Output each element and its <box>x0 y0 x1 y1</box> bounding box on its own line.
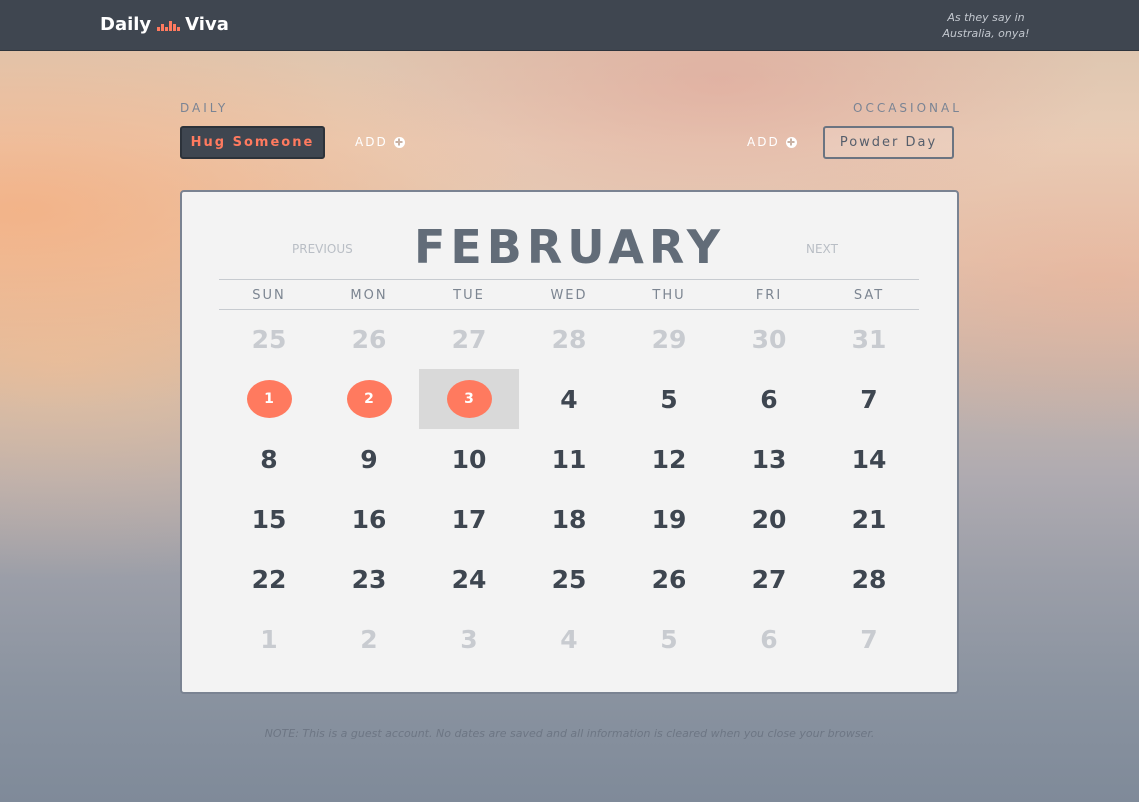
day-cell[interactable]: 25 <box>219 309 319 369</box>
tagline-line-2: Australia, onya! <box>942 27 1030 40</box>
day-cell[interactable]: 17 <box>419 489 519 549</box>
logo-text-viva: Viva <box>185 14 229 35</box>
day-cell[interactable]: 1 <box>219 609 319 669</box>
day-cell[interactable]: 25 <box>519 549 619 609</box>
day-cell[interactable]: 26 <box>319 309 419 369</box>
day-cell[interactable]: 20 <box>719 489 819 549</box>
day-cell[interactable]: 26 <box>619 549 719 609</box>
day-cell[interactable]: 2 <box>319 609 419 669</box>
day-cell[interactable]: 7 <box>819 609 919 669</box>
day-cell[interactable]: 2 <box>319 369 419 429</box>
occasional-habit-button[interactable]: Powder Day <box>823 126 954 159</box>
day-cell[interactable]: 5 <box>619 609 719 669</box>
day-cell[interactable]: 4 <box>519 609 619 669</box>
day-cell[interactable]: 3 <box>419 609 519 669</box>
day-cell[interactable]: 22 <box>219 549 319 609</box>
weekday-label: TUE <box>453 288 485 303</box>
day-cell[interactable]: 24 <box>419 549 519 609</box>
weekday-label: SUN <box>252 288 286 303</box>
weekday-header-row: SUN MON TUE WED THU FRI SAT <box>219 288 919 303</box>
day-cell[interactable]: 13 <box>719 429 819 489</box>
day-cell[interactable]: 16 <box>319 489 419 549</box>
day-cell[interactable]: 15 <box>219 489 319 549</box>
day-cell[interactable]: 7 <box>819 369 919 429</box>
day-cell[interactable]: 6 <box>719 369 819 429</box>
guest-account-note: NOTE: This is a guest account. No dates … <box>264 727 875 740</box>
weekday-label: SAT <box>853 288 885 303</box>
day-cell[interactable]: 31 <box>819 309 919 369</box>
next-month-button[interactable]: NEXT <box>806 242 838 256</box>
day-cell[interactable]: 23 <box>319 549 419 609</box>
weekday-label: WED <box>550 288 588 303</box>
header-divider <box>219 279 919 280</box>
logo-text-daily: Daily <box>100 14 152 35</box>
bar-grid-icon <box>157 19 181 31</box>
plus-circle-icon <box>785 136 797 148</box>
daily-section-label: DAILY <box>180 101 229 115</box>
day-cell[interactable]: 10 <box>419 429 519 489</box>
day-cell[interactable]: 5 <box>619 369 719 429</box>
month-title: FEBRUARY <box>413 220 726 274</box>
completed-day-marker: 1 <box>246 380 292 418</box>
plus-circle-icon <box>393 136 405 148</box>
tagline-line-1: As they say in <box>947 11 1025 24</box>
day-cell[interactable]: 19 <box>619 489 719 549</box>
tagline: As they say in Australia, onya! <box>931 10 1041 42</box>
add-occasional-button[interactable]: ADD <box>747 135 797 149</box>
day-cell[interactable]: 27 <box>719 549 819 609</box>
add-daily-label: ADD <box>355 135 388 149</box>
daily-habit-button[interactable]: Hug Someone <box>180 126 325 159</box>
day-cell[interactable]: 27 <box>419 309 519 369</box>
day-cell[interactable]: 8 <box>219 429 319 489</box>
day-grid: 25 26 27 28 29 30 31 1 2 3 4 5 6 7 8 9 10 11 12 13 14 15 16 17 1… <box>219 309 919 669</box>
add-occasional-label: ADD <box>747 135 780 149</box>
completed-day-marker: 3 <box>446 380 492 418</box>
day-cell[interactable]: 9 <box>319 429 419 489</box>
day-cell[interactable]: 6 <box>719 609 819 669</box>
day-cell[interactable]: 4 <box>519 369 619 429</box>
day-cell[interactable]: 18 <box>519 489 619 549</box>
day-cell[interactable]: 1 <box>219 369 319 429</box>
top-bar: Daily Viva As they say in Australia, ony… <box>0 0 1139 51</box>
weekday-label: THU <box>652 288 686 303</box>
calendar: PREVIOUS FEBRUARY NEXT SUN MON TUE WED T… <box>180 190 959 694</box>
day-cell[interactable]: 12 <box>619 429 719 489</box>
day-cell[interactable]: 21 <box>819 489 919 549</box>
completed-day-marker: 2 <box>346 380 392 418</box>
day-cell[interactable]: 28 <box>819 549 919 609</box>
day-cell[interactable]: 28 <box>519 309 619 369</box>
app-logo[interactable]: Daily Viva <box>100 14 229 35</box>
day-cell[interactable]: 11 <box>519 429 619 489</box>
day-cell-selected[interactable]: 3 <box>419 369 519 429</box>
add-daily-button[interactable]: ADD <box>355 135 405 149</box>
day-cell[interactable]: 30 <box>719 309 819 369</box>
occasional-section-label: OCCASIONAL <box>853 101 962 115</box>
day-cell[interactable]: 14 <box>819 429 919 489</box>
weekday-label: FRI <box>755 288 783 303</box>
calendar-header: PREVIOUS FEBRUARY NEXT <box>182 212 957 280</box>
day-cell[interactable]: 29 <box>619 309 719 369</box>
weekday-label: MON <box>350 288 388 303</box>
